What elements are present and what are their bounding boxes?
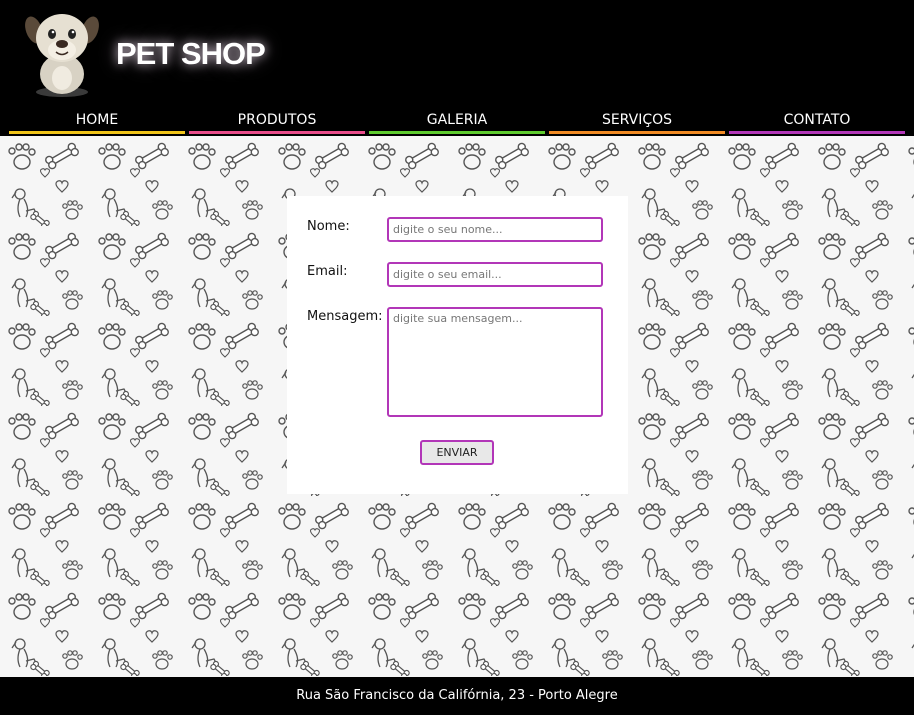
- nav-underline: [369, 131, 545, 134]
- email-label: Email:: [307, 264, 348, 279]
- nav-item-label: SERVIÇOS: [601, 112, 673, 128]
- nav-underline: [549, 131, 725, 134]
- nav-item-label: PRODUTOS: [237, 112, 317, 128]
- nav-item-produtos[interactable]: PRODUTOS: [189, 108, 365, 136]
- nav-item-home[interactable]: HOME: [9, 108, 185, 136]
- site-header: PET SHOP HOME PRODUTOS GALERIA SERVIÇOS …: [0, 0, 914, 136]
- message-textarea[interactable]: [387, 307, 603, 417]
- nav-underline: [729, 131, 905, 134]
- nav-underline: [9, 131, 185, 134]
- content-area: Nome: Email: Mensagem: ENVIAR: [0, 136, 914, 677]
- main-navigation: HOME PRODUTOS GALERIA SERVIÇOS CONTATO: [0, 108, 914, 136]
- message-label: Mensagem:: [307, 309, 383, 324]
- nav-item-label: CONTATO: [783, 112, 851, 128]
- name-label: Nome:: [307, 219, 350, 234]
- nav-item-galeria[interactable]: GALERIA: [369, 108, 545, 136]
- site-footer: Rua São Francisco da Califórnia, 23 - Po…: [0, 677, 914, 712]
- contact-form: Nome: Email: Mensagem: ENVIAR: [287, 196, 628, 494]
- send-button[interactable]: ENVIAR: [420, 440, 494, 465]
- name-input[interactable]: [387, 217, 603, 242]
- nav-item-label: GALERIA: [426, 112, 488, 128]
- nav-item-label: HOME: [75, 112, 119, 128]
- nav-underline: [189, 131, 365, 134]
- nav-item-servicos[interactable]: SERVIÇOS: [549, 108, 725, 136]
- email-input[interactable]: [387, 262, 603, 287]
- footer-address: Rua São Francisco da Califórnia, 23 - Po…: [296, 688, 618, 703]
- nav-item-contato[interactable]: CONTATO: [729, 108, 905, 136]
- dog-logo-icon[interactable]: [24, 8, 100, 98]
- site-title: PET SHOP: [116, 36, 266, 71]
